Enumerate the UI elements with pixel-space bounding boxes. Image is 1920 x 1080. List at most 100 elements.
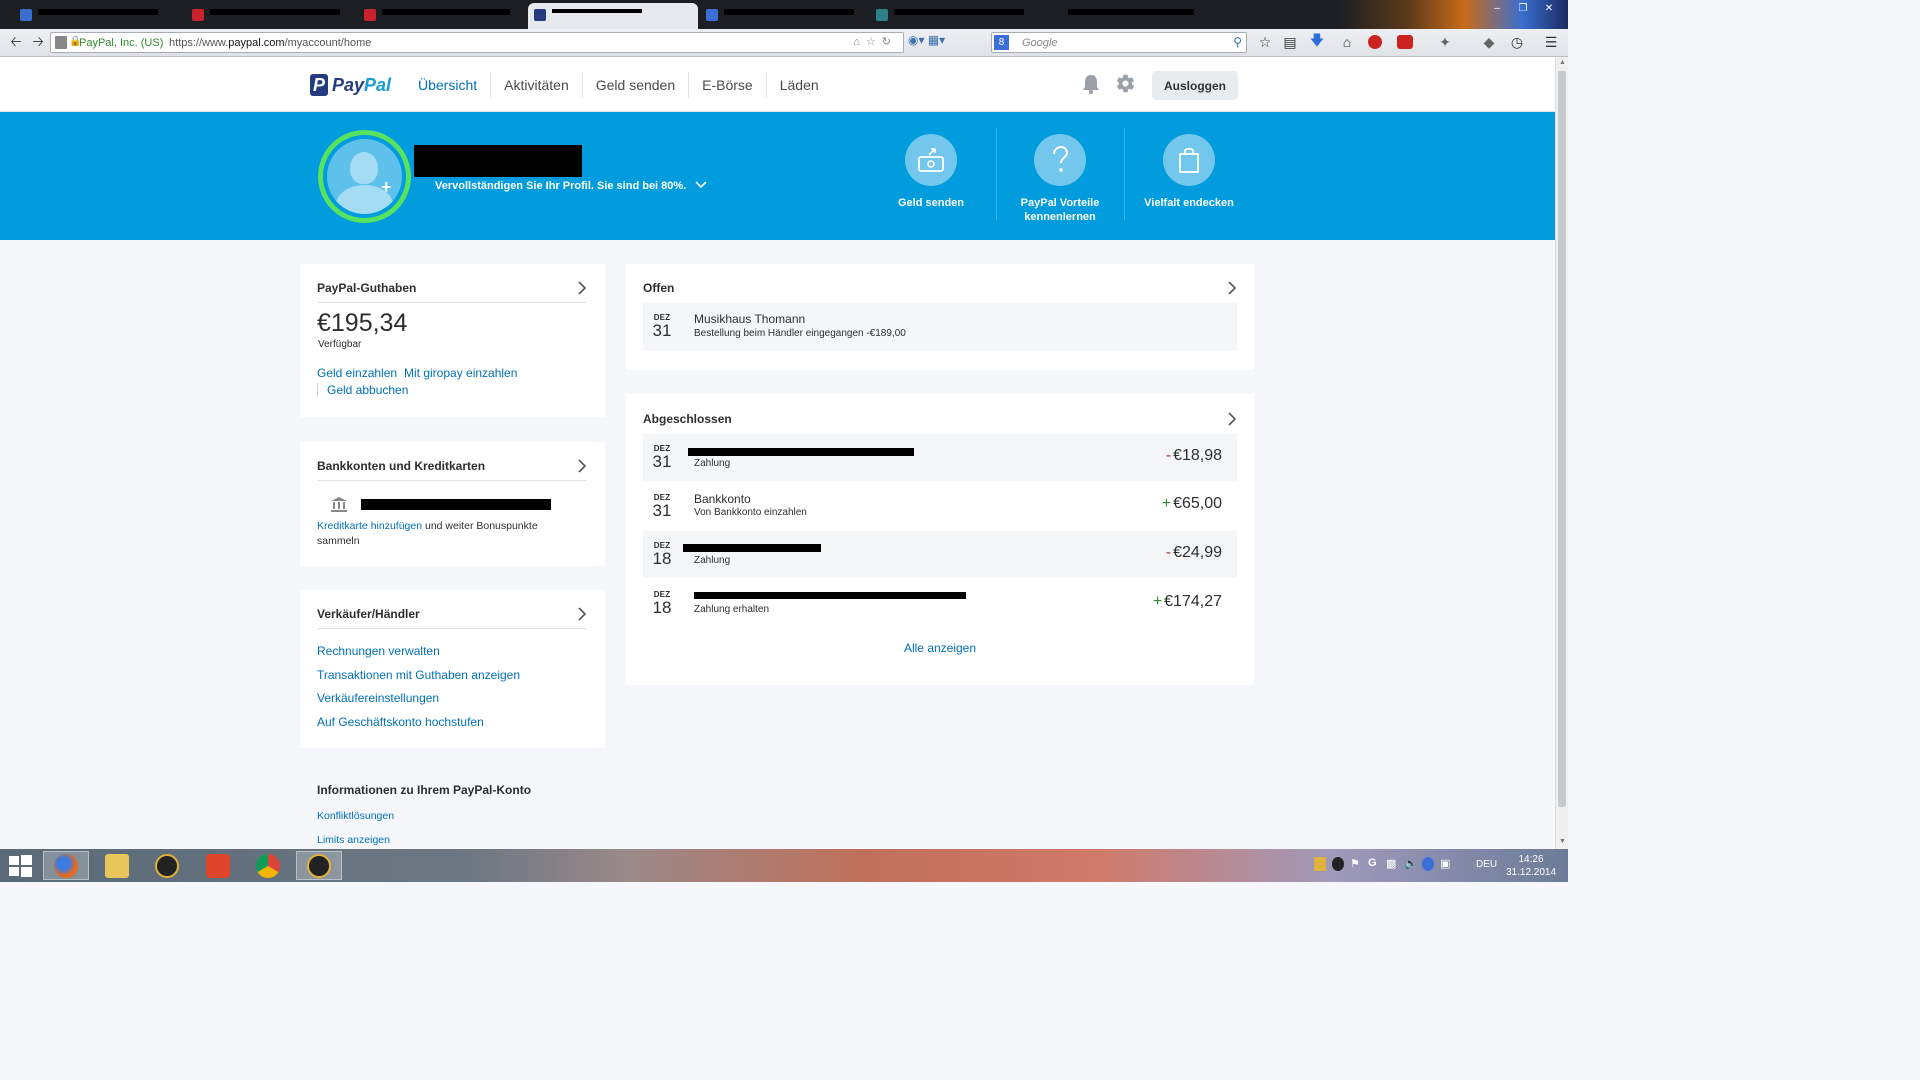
search-bar[interactable]: 8 Google ⚲	[991, 32, 1247, 53]
taskbar-app-active[interactable]	[296, 851, 342, 880]
chevron-right-icon[interactable]	[576, 607, 588, 621]
balance-card-title[interactable]: PayPal-Guthaben	[317, 281, 416, 295]
page-info-icon[interactable]	[55, 36, 67, 49]
restore-icon[interactable]: ❐	[1510, 0, 1536, 16]
hero-send-money-action[interactable]: Geld senden	[876, 134, 986, 210]
taskbar-app[interactable]	[144, 851, 190, 880]
monitor-icon[interactable]: ▣	[1440, 857, 1452, 871]
g-icon[interactable]: G	[1368, 857, 1380, 871]
browser-tab-bar: – ❐ ✕	[0, 0, 1568, 29]
scrollbar-thumb[interactable]	[1558, 71, 1566, 807]
site-favicon-icon	[876, 9, 888, 21]
browser-tab[interactable]	[14, 3, 184, 29]
bookmark-star-icon[interactable]: ☆	[1256, 33, 1274, 51]
url-bar-icons[interactable]: ⌂☆↻	[853, 35, 897, 48]
add-photo-plus-icon[interactable]: +	[381, 177, 392, 198]
completed-transaction-row[interactable]: DEZ 18 Zahlung - €24,99	[643, 531, 1237, 578]
reading-list-icon[interactable]: ▤	[1281, 33, 1299, 51]
taskbar-firefox[interactable]	[43, 851, 89, 880]
adblock-icon[interactable]	[1396, 33, 1414, 51]
download-icon[interactable]: 🡇	[1308, 32, 1326, 51]
page-scrollbar[interactable]: ▲ ▼	[1555, 57, 1568, 849]
chevron-down-icon[interactable]	[695, 181, 707, 189]
chevron-right-icon[interactable]	[576, 459, 588, 473]
addon-icons[interactable]: ◉▾ ▦▾	[908, 33, 988, 53]
dispute-resolution-link[interactable]: Konfliktlösungen	[317, 810, 394, 822]
browser-tab-active[interactable]	[528, 3, 698, 29]
taskbar-power[interactable]	[195, 851, 241, 880]
shield-icon[interactable]: ◆	[1480, 33, 1498, 51]
scroll-up-icon[interactable]: ▲	[1558, 59, 1567, 68]
input-language[interactable]: DEU	[1476, 859, 1497, 870]
upgrade-business-link[interactable]: Auf Geschäftskonto hochstufen	[317, 715, 484, 729]
paypal-logo[interactable]: P PayPal	[310, 73, 391, 97]
view-limits-link[interactable]: Limits anzeigen	[317, 834, 390, 846]
completed-card-title[interactable]: Abgeschlossen	[643, 412, 732, 426]
url-text[interactable]: https://www.paypal.com/myaccount/home	[169, 37, 371, 49]
system-clock[interactable]: 14:26 31.12.2014	[1506, 853, 1556, 879]
tray-app-icon[interactable]	[1332, 857, 1344, 871]
history-icon[interactable]: ◷	[1508, 33, 1526, 51]
browser-tab[interactable]	[700, 3, 870, 29]
open-transaction-row[interactable]: DEZ 31 Musikhaus Thomann Bestellung beim…	[643, 303, 1237, 351]
clock-time: 14:26	[1518, 854, 1544, 865]
volume-icon[interactable]: 🔈	[1404, 857, 1418, 871]
send-money-icon	[905, 134, 957, 186]
taskbar-explorer[interactable]	[94, 851, 140, 880]
browser-tab[interactable]	[1044, 3, 1194, 29]
greasemonkey-icon[interactable]	[1366, 33, 1384, 51]
completed-transaction-row[interactable]: DEZ 31 Bankkonto Von Bankkonto einzahlen…	[643, 482, 1237, 529]
hero-discover-action[interactable]: Vielfalt endecken	[1134, 134, 1244, 210]
site-identity[interactable]: PayPal, Inc. (US)	[79, 37, 163, 49]
notification-bell-icon[interactable]	[1081, 74, 1101, 94]
windows-start-icon[interactable]	[6, 852, 34, 879]
seller-settings-link[interactable]: Verkäufereinstellungen	[317, 691, 439, 705]
scroll-down-icon[interactable]: ▼	[1558, 838, 1567, 847]
chevron-right-icon[interactable]	[1226, 412, 1238, 426]
network-icon[interactable]: ▩	[1386, 857, 1398, 871]
balance-transactions-link[interactable]: Transaktionen mit Guthaben anzeigen	[317, 668, 520, 682]
nav-overview[interactable]: Übersicht	[405, 72, 490, 98]
merchant-card-title[interactable]: Verkäufer/Händler	[317, 607, 420, 621]
forward-arrow-icon[interactable]: 🡢	[28, 33, 48, 53]
minimize-icon[interactable]: –	[1484, 0, 1510, 16]
completed-transaction-row[interactable]: DEZ 31 Zahlung - €18,98	[643, 434, 1237, 481]
home-icon[interactable]: ⌂	[1338, 33, 1356, 51]
menu-icon[interactable]: ☰	[1542, 33, 1560, 51]
nav-wallet[interactable]: E-Börse	[688, 71, 766, 98]
giropay-deposit-link[interactable]: Mit giropay einzahlen	[404, 366, 517, 380]
settings-gear-icon[interactable]	[1115, 73, 1136, 94]
profile-progress-ring[interactable]: +	[318, 130, 411, 223]
manage-invoices-link[interactable]: Rechnungen verwalten	[317, 644, 440, 658]
addon-icon[interactable]: ✦	[1436, 33, 1454, 51]
flag-icon[interactable]: ⚑	[1350, 857, 1362, 871]
search-engine-icon[interactable]: 8	[994, 35, 1009, 50]
withdraw-money-link[interactable]: Geld abbuchen	[327, 383, 408, 397]
power-icon	[206, 853, 230, 878]
browser-tab[interactable]	[870, 3, 1042, 29]
browser-tab[interactable]	[358, 3, 528, 29]
tray-app-icon[interactable]	[1314, 857, 1326, 871]
back-arrow-icon[interactable]: 🡠	[6, 33, 26, 53]
logout-button[interactable]: Ausloggen	[1152, 71, 1238, 100]
taskbar-chrome[interactable]	[245, 851, 291, 880]
add-credit-card-link[interactable]: Kreditkarte hinzufügen	[317, 520, 422, 532]
bank-accounts-card: Bankkonten und Kreditkarten Kreditkarte …	[300, 442, 605, 566]
deposit-money-link[interactable]: Geld einzahlen	[317, 366, 397, 380]
profile-completion-message[interactable]: Vervollständigen Sie Ihr Profil. Sie sin…	[435, 180, 707, 192]
magnifier-icon[interactable]: ⚲	[1233, 35, 1242, 49]
nav-activity[interactable]: Aktivitäten	[490, 71, 582, 98]
completed-transaction-row[interactable]: DEZ 18 Zahlung erhalten + €174,27	[643, 580, 1237, 627]
nav-send-money[interactable]: Geld senden	[581, 71, 688, 98]
show-all-link[interactable]: Alle anzeigen	[626, 641, 1254, 655]
address-bar[interactable]: 🔒 PayPal, Inc. (US) https://www.paypal.c…	[50, 32, 904, 53]
close-icon[interactable]: ✕	[1536, 0, 1562, 16]
chevron-right-icon[interactable]	[576, 281, 588, 295]
open-card-title[interactable]: Offen	[643, 281, 674, 295]
bank-card-title[interactable]: Bankkonten und Kreditkarten	[317, 459, 485, 473]
browser-tab[interactable]	[186, 3, 358, 29]
nav-shops[interactable]: Läden	[765, 71, 832, 98]
chevron-right-icon[interactable]	[1226, 281, 1238, 295]
tray-app-icon[interactable]	[1422, 857, 1434, 871]
hero-benefits-action[interactable]: PayPal Vorteile kennenlernen	[1005, 134, 1115, 224]
